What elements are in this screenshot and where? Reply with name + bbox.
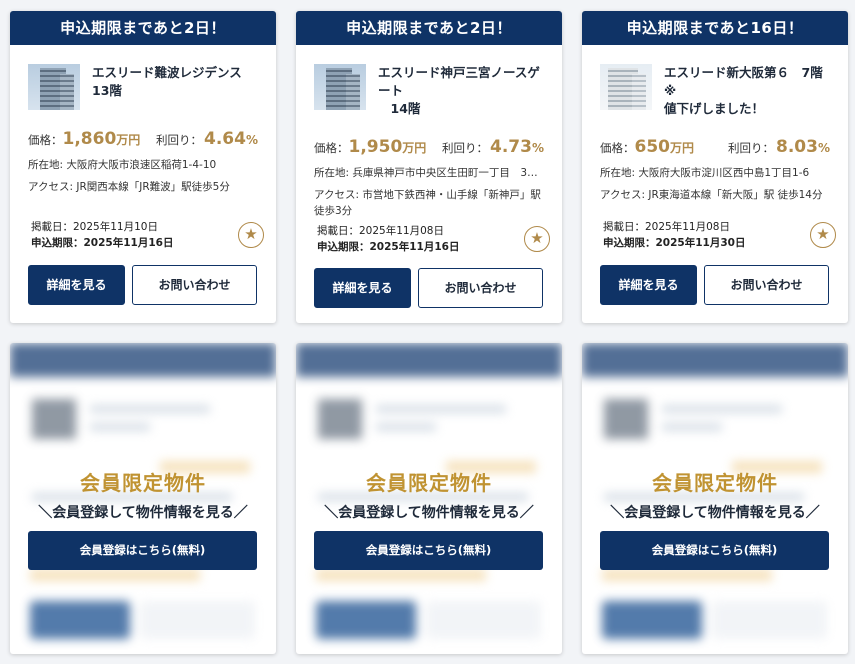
inquiry-button[interactable]: お問い合わせ [704,265,829,305]
address: 所在地: 兵庫県神戸市中央区生田町一丁目 32… [314,167,544,179]
yield-label: 利回り： [156,133,203,147]
price-unit: 万円 [402,141,427,155]
price-unit: 万円 [670,141,695,155]
yield-label: 利回り： [442,141,489,155]
register-button[interactable]: 会員登録はこちら(無料) [314,531,543,570]
price-value: 650 [634,137,671,157]
listing-card: 申込期限まであと2日！ エスリード難波レジデンス 13階 価格： 1,860 万… [10,11,276,323]
address: 所在地: 大阪府大阪市浪速区稲荷1-4-10 [28,159,217,171]
property-title[interactable]: エスリード新大阪第６ 7階 ※ 値下げしました！ [664,64,830,118]
star-icon[interactable]: ★ [524,226,550,252]
inquiry-button[interactable]: お問い合わせ [132,265,257,305]
yield-value: 4.73 [490,137,532,157]
members-only-subtitle: ＼会員登録して物件情報を見る／ [610,505,820,521]
price-label: 価格： [28,133,63,147]
detail-button[interactable]: 詳細を見る [28,265,125,305]
yield-unit: % [817,141,830,155]
listing-card: 申込期限まであと16日！ エスリード新大阪第６ 7階 ※ 値下げしました！ 価格… [582,11,848,323]
deadline-banner: 申込期限まであと16日！ [582,11,848,45]
access: アクセス: JR東海道本線「新大阪」駅 徒歩14分 [600,189,823,201]
yield-label: 利回り： [728,141,775,155]
members-only-title: 会員限定物件 [80,471,206,495]
property-title[interactable]: エスリード難波レジデンス 13階 [92,64,242,110]
application-deadline: 申込期限：2025年11月16日 [317,241,460,253]
members-only-title: 会員限定物件 [366,471,492,495]
members-only-subtitle: ＼会員登録して物件情報を見る／ [38,505,248,521]
register-button[interactable]: 会員登録はこちら(無料) [28,531,257,570]
deadline-banner: 申込期限まであと2日！ [296,11,562,45]
property-title[interactable]: エスリード神戸三宮ノースゲート 14階 [378,64,544,118]
price-value: 1,860 [62,129,117,149]
members-only-subtitle: ＼会員登録して物件情報を見る／ [324,505,534,521]
yield-unit: % [531,141,544,155]
posted-date: 掲載日：2025年11月10日 [31,221,158,233]
posted-date: 掲載日：2025年11月08日 [603,221,730,233]
access: アクセス: JR関西本線「JR難波」駅徒歩5分 [28,181,230,193]
yield-value: 4.64 [204,129,246,149]
application-deadline: 申込期限：2025年11月16日 [31,237,174,249]
price-value: 1,950 [348,137,403,157]
property-thumbnail[interactable] [600,64,652,110]
register-button[interactable]: 会員登録はこちら(無料) [600,531,829,570]
price-label: 価格： [600,141,635,155]
address: 所在地: 大阪府大阪市淀川区西中島1丁目1-6 [600,167,810,179]
star-icon[interactable]: ★ [810,222,836,248]
members-only-card: 会員限定物件 ＼会員登録して物件情報を見る／ 会員登録はこちら(無料) [296,343,562,654]
inquiry-button[interactable]: お問い合わせ [418,268,543,308]
detail-button[interactable]: 詳細を見る [600,265,697,305]
price-label: 価格： [314,141,349,155]
detail-button[interactable]: 詳細を見る [314,268,411,308]
property-thumbnail[interactable] [314,64,366,110]
deadline-banner: 申込期限まであと2日！ [10,11,276,45]
property-thumbnail[interactable] [28,64,80,110]
members-only-card: 会員限定物件 ＼会員登録して物件情報を見る／ 会員登録はこちら(無料) [582,343,848,654]
star-icon[interactable]: ★ [238,222,264,248]
yield-value: 8.03 [776,137,818,157]
price-unit: 万円 [116,133,141,147]
posted-date: 掲載日：2025年11月08日 [317,225,444,237]
application-deadline: 申込期限：2025年11月30日 [603,237,746,249]
yield-unit: % [245,133,258,147]
access: アクセス: 市営地下鉄西神・山手線「新神戸」駅徒歩3分 [314,189,541,217]
members-only-card: 会員限定物件 ＼会員登録して物件情報を見る／ 会員登録はこちら(無料) [10,343,276,654]
listing-card: 申込期限まであと2日！ エスリード神戸三宮ノースゲート 14階 価格： 1,95… [296,11,562,323]
members-only-title: 会員限定物件 [652,471,778,495]
